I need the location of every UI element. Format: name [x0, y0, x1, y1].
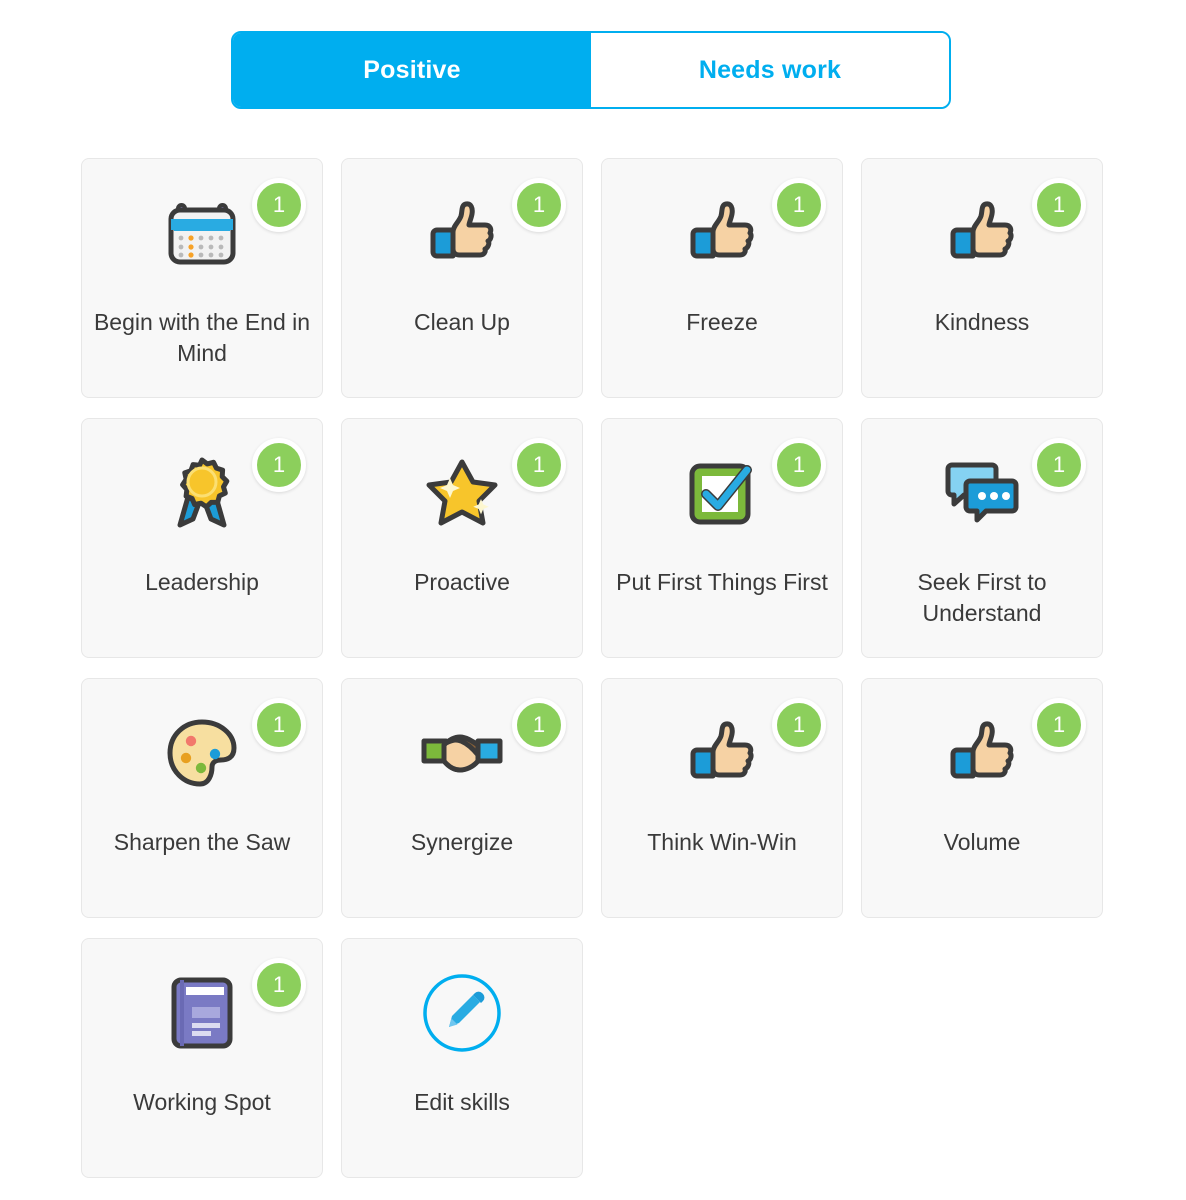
skill-label: Synergize — [410, 829, 514, 855]
skill-card[interactable]: 1 Seek First to Understand — [861, 418, 1103, 658]
skill-card[interactable]: 1 Proactive — [341, 418, 583, 658]
skill-count-badge: 1 — [1032, 698, 1086, 752]
edit-pencil-circle-icon — [423, 974, 501, 1052]
skill-label: Working Spot — [133, 1089, 271, 1115]
skill-card[interactable]: 1 Kindness — [861, 158, 1103, 398]
skill-count-badge: 1 — [772, 438, 826, 492]
thumbs-up-icon — [950, 721, 1014, 779]
skill-label: Clean Up — [414, 309, 510, 335]
skill-label: Kindness — [934, 309, 1030, 335]
speech-bubbles-icon — [945, 462, 1019, 523]
skill-count-badge: 1 — [252, 698, 306, 752]
skill-count-badge: 1 — [772, 698, 826, 752]
skill-count-badge: 1 — [1032, 438, 1086, 492]
calendar-icon — [168, 203, 236, 265]
handshake-icon — [421, 734, 503, 773]
skill-count-badge: 1 — [1032, 178, 1086, 232]
star-icon — [426, 459, 498, 526]
skill-card[interactable]: 1 Working Spot — [81, 938, 323, 1178]
skill-card[interactable]: 1 Sharpen the Saw — [81, 678, 323, 918]
thumbs-up-icon — [430, 201, 494, 259]
skill-card[interactable]: 1 Clean Up — [341, 158, 583, 398]
award-ribbon-icon — [177, 457, 230, 528]
sentiment-tab-bar: Positive Needs work — [231, 31, 951, 109]
skill-label: Think Win-Win — [647, 829, 797, 855]
skill-icon-wrap — [342, 939, 582, 1087]
notebook-icon — [171, 977, 233, 1049]
skill-label: Edit skills — [414, 1089, 510, 1115]
skill-label: Seek First to Understand — [917, 569, 1047, 626]
paint-palette-icon — [167, 719, 237, 787]
skill-count-badge: 1 — [252, 178, 306, 232]
tab-needs-work[interactable]: Needs work — [591, 33, 949, 107]
skill-card[interactable]: 1 Freeze — [601, 158, 843, 398]
thumbs-up-icon — [690, 721, 754, 779]
skill-card[interactable]: 1 Synergize — [341, 678, 583, 918]
skill-count-badge: 1 — [512, 698, 566, 752]
skill-card[interactable]: 1 Put First Things First — [601, 418, 843, 658]
skill-count-badge: 1 — [512, 438, 566, 492]
skill-label: Put First Things First — [616, 569, 828, 595]
skill-card[interactable]: Edit skills — [341, 938, 583, 1178]
skill-label: Freeze — [686, 309, 758, 335]
skill-card[interactable]: 1 Begin with the End in Mind — [81, 158, 323, 398]
skill-count-badge: 1 — [772, 178, 826, 232]
skill-grid: 1 Begin with the End in Mind 1 Clean Up … — [81, 158, 1103, 1178]
thumbs-up-icon — [950, 201, 1014, 259]
skill-card[interactable]: 1 Volume — [861, 678, 1103, 918]
tab-positive[interactable]: Positive — [233, 33, 591, 107]
skill-card[interactable]: 1 Leadership — [81, 418, 323, 658]
skill-card[interactable]: 1 Think Win-Win — [601, 678, 843, 918]
skill-count-badge: 1 — [512, 178, 566, 232]
skill-label: Sharpen the Saw — [113, 829, 291, 855]
checkbox-check-icon — [689, 463, 752, 525]
thumbs-up-icon — [690, 201, 754, 259]
skill-label: Leadership — [145, 569, 259, 595]
skill-label: Volume — [943, 829, 1021, 855]
skill-count-badge: 1 — [252, 958, 306, 1012]
skill-label: Proactive — [414, 569, 510, 595]
skill-label: Begin with the End in Mind — [93, 309, 311, 366]
skill-count-badge: 1 — [252, 438, 306, 492]
